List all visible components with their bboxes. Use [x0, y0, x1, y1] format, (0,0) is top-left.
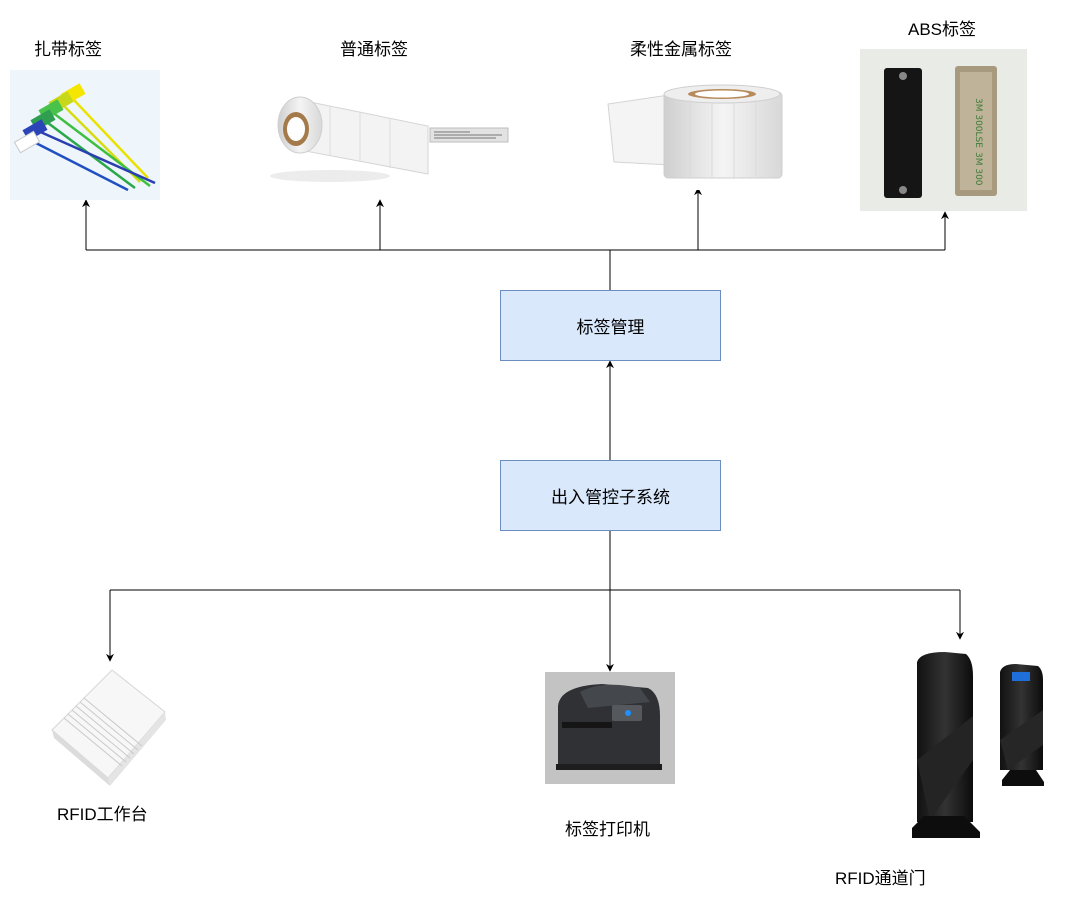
tag-printer-label: 标签打印机	[565, 820, 650, 839]
abs-tag-label: ABS标签	[908, 20, 977, 39]
tag-printer-image	[545, 672, 675, 784]
access-subsystem-node[interactable]: 出入管控子系统	[500, 460, 721, 531]
diagram-canvas: 3M 300LSE 3M 300	[10, 49, 1044, 838]
rfid-workstation-label: RFID工作台	[57, 805, 148, 824]
svg-text:3M 300LSE: 3M 300LSE	[973, 98, 983, 148]
top-connectors	[82, 187, 949, 290]
metal-tag-image	[600, 70, 795, 190]
bottom-connectors	[106, 530, 964, 672]
rfid-workstation-image	[51, 669, 166, 786]
rfid-gate-image	[912, 652, 1044, 838]
zip-tag-label: 扎带标签	[34, 40, 102, 59]
rfid-gate-label: RFID通道门	[835, 869, 926, 888]
metal-tag-label: 柔性金属标签	[630, 40, 732, 59]
normal-tag-image	[262, 70, 512, 182]
normal-tag-label: 普通标签	[340, 40, 408, 59]
abs-tag-image: 3M 300LSE 3M 300	[860, 49, 1027, 211]
zip-tag-image	[10, 70, 160, 200]
tag-management-node[interactable]: 标签管理	[500, 290, 721, 361]
svg-text:3M 300: 3M 300	[973, 152, 983, 186]
